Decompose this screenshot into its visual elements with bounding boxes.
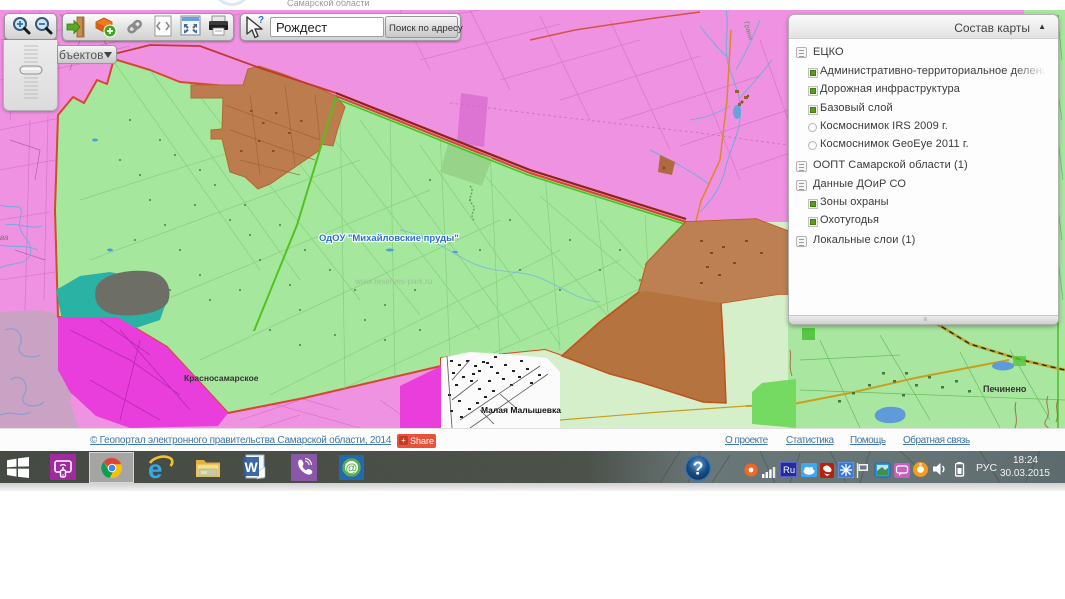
svg-text:ОдОУ "Михайловские пруды": ОдОУ "Михайловские пруды" (319, 233, 459, 244)
svg-text:?: ? (693, 459, 704, 479)
svg-text:ва: ва (0, 233, 9, 242)
svg-text:Красносамарское: Красносамарское (184, 373, 259, 383)
svg-text:W: W (245, 459, 259, 475)
svg-text:?: ? (258, 15, 264, 26)
svg-text:www.reserves-park.ru: www.reserves-park.ru (354, 277, 432, 286)
svg-text:Малая Малышевка: Малая Малышевка (481, 405, 561, 415)
svg-text:@: @ (346, 461, 358, 475)
svg-text:Печинено: Печинено (983, 384, 1027, 394)
